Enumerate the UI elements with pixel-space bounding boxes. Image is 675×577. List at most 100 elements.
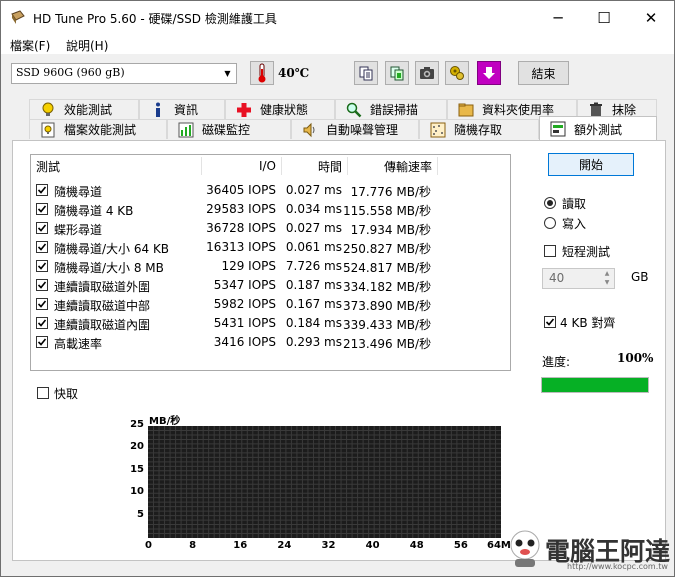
column-header-test[interactable]: 測試 bbox=[36, 155, 196, 177]
row-checkbox[interactable] bbox=[36, 241, 48, 253]
row-checkbox[interactable] bbox=[36, 336, 48, 348]
read-radio[interactable] bbox=[544, 197, 556, 209]
temperature-button[interactable] bbox=[250, 61, 274, 85]
minimize-button[interactable]: ─ bbox=[535, 1, 581, 34]
tab-aam[interactable]: 自動噪聲管理 bbox=[291, 119, 419, 139]
row-test-name: 連續讀取磁道外圍 bbox=[54, 280, 151, 294]
row-io: 5431 IOPS bbox=[213, 316, 276, 330]
write-label: 寫入 bbox=[562, 217, 587, 231]
tab-file-benchmark[interactable]: 檔案效能測試 bbox=[29, 119, 167, 139]
row-io: 36728 IOPS bbox=[206, 221, 276, 235]
column-header-rate[interactable]: 傳輸速率 bbox=[348, 155, 432, 177]
short-test-checkbox[interactable] bbox=[544, 245, 556, 257]
tab-label: 額外測試 bbox=[574, 122, 623, 137]
row-io: 16313 IOPS bbox=[206, 240, 276, 254]
tab-benchmark[interactable]: 效能測試 bbox=[29, 99, 139, 119]
row-checkbox[interactable] bbox=[36, 222, 48, 234]
row-checkbox[interactable] bbox=[36, 317, 48, 329]
magnifier-icon bbox=[346, 102, 362, 118]
copy-icon bbox=[359, 66, 373, 81]
app-window: HD Tune Pro 5.60 - 硬碟/SSD 檢測維護工具 ─ ☐ ✕ 檔… bbox=[0, 0, 675, 577]
tab-info[interactable]: 資訊 bbox=[139, 99, 225, 119]
spinner-arrows-icon[interactable]: ▲ ▼ bbox=[600, 269, 614, 288]
check-icon bbox=[37, 262, 47, 270]
screenshot-button[interactable] bbox=[415, 61, 439, 85]
row-time: 0.184 ms bbox=[285, 316, 342, 330]
table-row[interactable]: 連續讀取磁道內圍 5431 IOPS 0.184 ms 339.433 MB/秒 bbox=[31, 314, 510, 333]
row-rate: 250.827 MB/秒 bbox=[343, 242, 432, 256]
progress-bar bbox=[541, 377, 649, 393]
row-checkbox[interactable] bbox=[36, 184, 48, 196]
x-tick-label: 40 bbox=[365, 540, 380, 551]
app-icon bbox=[11, 10, 25, 24]
menu-file[interactable]: 檔案(F) bbox=[10, 37, 50, 54]
maximize-button[interactable]: ☐ bbox=[581, 1, 627, 34]
tab-random-access[interactable]: 隨機存取 bbox=[419, 119, 539, 139]
table-row[interactable]: 連續讀取磁道外圍 5347 IOPS 0.187 ms 334.182 MB/秒 bbox=[31, 276, 510, 295]
row-io: 129 IOPS bbox=[221, 259, 276, 273]
progress-bar-fill bbox=[542, 378, 648, 392]
info-icon bbox=[150, 102, 166, 118]
copy-all-button[interactable] bbox=[385, 61, 409, 85]
exit-button[interactable]: 結束 bbox=[518, 61, 569, 85]
row-checkbox[interactable] bbox=[36, 298, 48, 310]
table-row[interactable]: 隨機尋道/大小 64 KB 16313 IOPS 0.061 ms 250.827 M… bbox=[31, 238, 510, 257]
cache-checkbox[interactable] bbox=[37, 387, 49, 399]
row-time: 0.167 ms bbox=[285, 297, 342, 311]
tab-label: 檔案效能測試 bbox=[64, 123, 137, 137]
tab-label: 效能測試 bbox=[64, 103, 113, 117]
table-row[interactable]: 隨機尋道 4 KB 29583 IOPS 0.034 ms 115.558 MB/秒 bbox=[31, 200, 510, 219]
x-tick-label: 24 bbox=[277, 540, 292, 551]
tab-error-scan[interactable]: 錯誤掃描 bbox=[335, 99, 447, 119]
check-icon bbox=[37, 319, 47, 327]
row-test-name: 隨機尋道/大小 64 KB bbox=[54, 242, 170, 256]
save-button[interactable] bbox=[477, 61, 501, 85]
bar-chart-icon bbox=[178, 122, 194, 138]
y-tick-label: 15 bbox=[130, 463, 144, 475]
table-row[interactable]: 高載速率 3416 IOPS 0.293 ms 213.496 MB/秒 bbox=[31, 333, 510, 352]
check-icon bbox=[545, 318, 555, 326]
tab-disk-monitor[interactable]: 磁碟監控 bbox=[167, 119, 291, 139]
tab-health[interactable]: 健康狀態 bbox=[225, 99, 335, 119]
table-row[interactable]: 隨機尋道/大小 8 MB 129 IOPS 7.726 ms 524.817 MB/秒 bbox=[31, 257, 510, 276]
tab-extra-tests[interactable]: 額外測試 bbox=[539, 116, 657, 141]
write-radio[interactable] bbox=[544, 217, 556, 229]
row-checkbox[interactable] bbox=[36, 279, 48, 291]
chart-area bbox=[148, 426, 501, 538]
row-checkbox[interactable] bbox=[36, 203, 48, 215]
options-button[interactable] bbox=[445, 61, 469, 85]
column-header-io[interactable]: I/O bbox=[202, 155, 276, 177]
align-4kb-checkbox[interactable] bbox=[544, 316, 556, 328]
row-rate: 339.433 MB/秒 bbox=[343, 318, 432, 332]
temperature-value: 40℃ bbox=[278, 66, 310, 80]
table-row[interactable]: 蝶形尋道 36728 IOPS 0.027 ms 17.934 MB/秒 bbox=[31, 219, 510, 238]
check-icon bbox=[37, 300, 47, 308]
y-tick-label: 20 bbox=[130, 441, 144, 453]
download-arrow-icon bbox=[483, 67, 495, 79]
check-icon bbox=[37, 205, 47, 213]
row-io: 5347 IOPS bbox=[213, 278, 276, 292]
column-header-time[interactable]: 時間 bbox=[282, 155, 342, 177]
test-size-spinner[interactable]: 40 ▲ ▼ bbox=[542, 268, 615, 289]
start-button[interactable]: 開始 bbox=[548, 153, 634, 176]
table-row[interactable]: 連續讀取磁道中部 5982 IOPS 0.167 ms 373.890 MB/秒 bbox=[31, 295, 510, 314]
copy-info-button[interactable] bbox=[354, 61, 378, 85]
check-icon bbox=[37, 224, 47, 232]
table-row[interactable]: 隨機尋道 36405 IOPS 0.027 ms 17.776 MB/秒 bbox=[31, 181, 510, 200]
row-time: 0.293 ms bbox=[285, 335, 342, 349]
close-button[interactable]: ✕ bbox=[628, 1, 674, 34]
tab-label: 資訊 bbox=[174, 103, 199, 117]
row-checkbox[interactable] bbox=[36, 260, 48, 272]
cache-label: 快取 bbox=[54, 387, 79, 401]
drive-select[interactable]: SSD 960G (960 gB) ▼ bbox=[11, 63, 237, 84]
x-tick-label: 16 bbox=[233, 540, 248, 551]
row-time: 0.187 ms bbox=[285, 278, 342, 292]
thermometer-icon bbox=[258, 63, 266, 83]
x-tick-label: 0 bbox=[145, 540, 152, 551]
row-rate: 524.817 MB/秒 bbox=[343, 261, 432, 275]
menu-help[interactable]: 說明(H) bbox=[66, 37, 108, 54]
chart-grid bbox=[148, 426, 501, 538]
tab-label: 健康狀態 bbox=[260, 103, 309, 117]
progress-label: 進度: bbox=[542, 355, 571, 369]
chevron-down-icon[interactable]: ▼ bbox=[219, 64, 236, 83]
